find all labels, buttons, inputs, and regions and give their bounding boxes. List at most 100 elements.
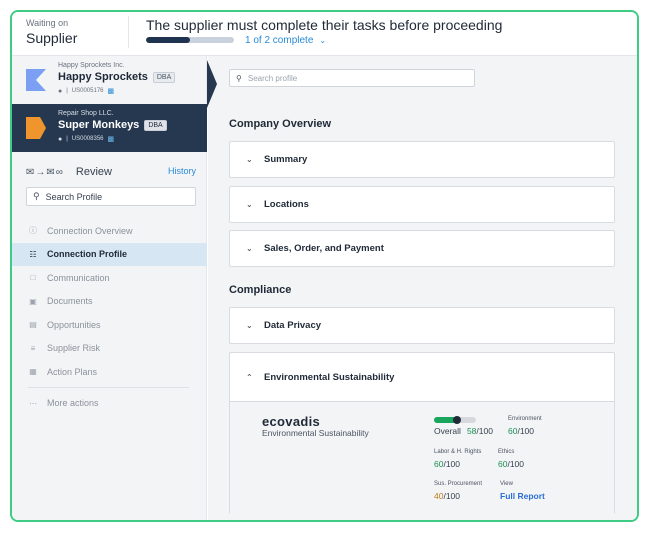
chevron-down-icon: ⌄ [319, 36, 327, 45]
location-pin-icon: ● [58, 135, 63, 143]
history-link[interactable]: History [168, 166, 196, 176]
supplier-card-happy-sprockets[interactable]: Happy Sprockets Inc. Happy Sprockets DBA … [12, 56, 207, 104]
review-label: Review [75, 166, 112, 178]
overall-label: Overall [434, 426, 461, 436]
banner-divider [128, 16, 129, 48]
profile-search: ⚲ [229, 69, 475, 87]
nav-item-label: Connection Overview [47, 225, 133, 236]
ellipsis-icon: ⋯ [29, 398, 37, 408]
chevron-down-icon: ⌄ [246, 200, 253, 209]
accordion-title: Locations [264, 199, 309, 210]
nav-item-connection-overview[interactable]: ⓘ Connection Overview [12, 219, 207, 243]
environment-score-max: /100 [517, 426, 535, 436]
labor-value: 60/100 [434, 459, 481, 469]
accordion-summary[interactable]: ⌄ Summary [229, 141, 615, 178]
supplier-logo-icon [26, 69, 46, 91]
supplier-card-super-monkeys[interactable]: Repair Shop LLC. Super Monkeys DBA ● | US… [12, 104, 207, 152]
nav-item-label: Opportunities [47, 319, 101, 330]
procurement-label: Sus. Procurement [434, 481, 483, 487]
accordion-header[interactable]: ⌄ Sales, Order, and Payment [230, 231, 614, 266]
accordion-header[interactable]: ⌃ Environmental Sustainability [230, 353, 614, 401]
nav-item-label: Action Plans [47, 366, 98, 377]
environment-value: 60/100 [508, 426, 542, 436]
accordion-title: Environmental Sustainability [264, 371, 395, 383]
progress-bar [146, 37, 234, 43]
ethics-label: Ethics [498, 449, 515, 455]
labor-rights-score: Labor & H. Rights 60/100 [434, 449, 481, 469]
environment-label: Environment [508, 416, 542, 422]
nav-divider [28, 386, 189, 388]
org-chart-icon: ▩ [107, 88, 115, 95]
nav-item-communication[interactable]: □ Communication [12, 266, 207, 290]
procurement-score-max: /100 [443, 491, 461, 501]
accordion-environmental-sustainability: ⌃ Environmental Sustainability ecovadis E… [229, 352, 615, 514]
accordion-header[interactable]: ⌄ Summary [230, 142, 614, 177]
procurement-value: 40/100 [434, 491, 482, 501]
dba-badge: DBA [152, 72, 176, 83]
search-icon: ⚲ [33, 191, 40, 201]
info-icon: ⓘ [29, 226, 37, 236]
more-actions-button[interactable]: ⋯ More actions [12, 392, 207, 416]
ecovadis-logo: ecovadis [262, 414, 321, 429]
supplier-id: US0005176 [71, 88, 104, 94]
document-icon: ▣ [29, 296, 37, 306]
labor-score-max: /100 [443, 459, 461, 469]
accordion-title: Sales, Order, and Payment [264, 243, 384, 254]
supplier-name-text: Happy Sprockets [58, 71, 148, 83]
nav-item-supplier-risk[interactable]: ≡ Supplier Risk [12, 337, 207, 361]
full-report-link[interactable]: Full Report [500, 491, 545, 501]
profile-card-icon: ☷ [29, 249, 37, 259]
profile-search-input[interactable] [247, 73, 458, 83]
supplier-id: US0008356 [71, 136, 104, 142]
view-label: View [500, 481, 513, 487]
supplier-meta: ● | US0008356 ▩ [58, 135, 114, 144]
accordion-title: Summary [264, 154, 308, 165]
compliance-title: Compliance [229, 284, 292, 296]
supplier-meta: ● | US0005176 ▩ [58, 87, 115, 96]
accordion-locations[interactable]: ⌄ Locations [229, 186, 615, 223]
accordion-sales-order-payment[interactable]: ⌄ Sales, Order, and Payment [229, 230, 615, 267]
waiting-on-value: Supplier [26, 30, 78, 46]
accordion-title: Data Privacy [264, 320, 322, 331]
nav-item-label: Documents [47, 296, 93, 307]
nav-item-label: Supplier Risk [47, 343, 101, 354]
chevron-down-icon: ⌄ [246, 244, 253, 253]
chat-icon: □ [30, 273, 36, 283]
nav-item-label: Communication [47, 272, 110, 283]
waiting-on: Waiting on Supplier [26, 18, 77, 46]
labor-label: Labor & H. Rights [434, 449, 482, 455]
ethics-score: Ethics 60/100 [498, 449, 524, 469]
sidebar-nav: ⓘ Connection Overview ☷ Connection Profile… [12, 219, 207, 415]
banner-title: The supplier must complete their tasks b… [146, 17, 503, 33]
progress-dropdown[interactable]: 1 of 2 complete ⌄ [245, 35, 326, 46]
opportunity-icon: ▤ [29, 320, 37, 330]
progress-bar-fill [146, 37, 190, 43]
nav-item-documents[interactable]: ▣ Documents [12, 290, 207, 314]
meta-divider: | [66, 136, 68, 142]
sidebar-search-input[interactable] [45, 191, 186, 202]
accordion-header[interactable]: ⌄ Data Privacy [230, 308, 614, 343]
supplier-legal-name: Happy Sprockets Inc. [58, 62, 125, 69]
app-frame: Waiting on Supplier The supplier must co… [10, 10, 639, 522]
review-workflow-icon: ✉→✉∞ [26, 166, 64, 178]
accordion-data-privacy[interactable]: ⌄ Data Privacy [229, 307, 615, 344]
ecovadis-subtitle: Environmental Sustainability [262, 428, 369, 438]
main-content: ⚲ Company Overview ⌄ Summary ⌄ Locations ⌄… [208, 56, 637, 520]
overall-score-max: /100 [476, 426, 493, 436]
nav-item-opportunities[interactable]: ▤ Opportunities [12, 313, 207, 337]
accordion-header[interactable]: ⌄ Locations [230, 187, 614, 222]
status-banner: Waiting on Supplier The supplier must co… [12, 12, 637, 56]
more-actions-label: More actions [47, 398, 99, 409]
chevron-down-icon: ⌄ [246, 321, 253, 330]
ethics-value: 60/100 [498, 459, 524, 469]
view-report: View Full Report [500, 481, 545, 501]
nav-item-connection-profile[interactable]: ☷ Connection Profile [12, 242, 207, 266]
action-plan-icon: ▦ [29, 367, 37, 377]
ethics-score-max: /100 [507, 459, 525, 469]
overall-score-value: 58 [466, 426, 477, 436]
chevron-up-icon: ⌃ [246, 372, 253, 382]
overall-score-marker [453, 416, 462, 424]
nav-item-action-plans[interactable]: ▦ Action Plans [12, 360, 207, 384]
supplier-name-text: Super Monkeys [58, 119, 140, 131]
overall-score-fill [434, 416, 462, 424]
